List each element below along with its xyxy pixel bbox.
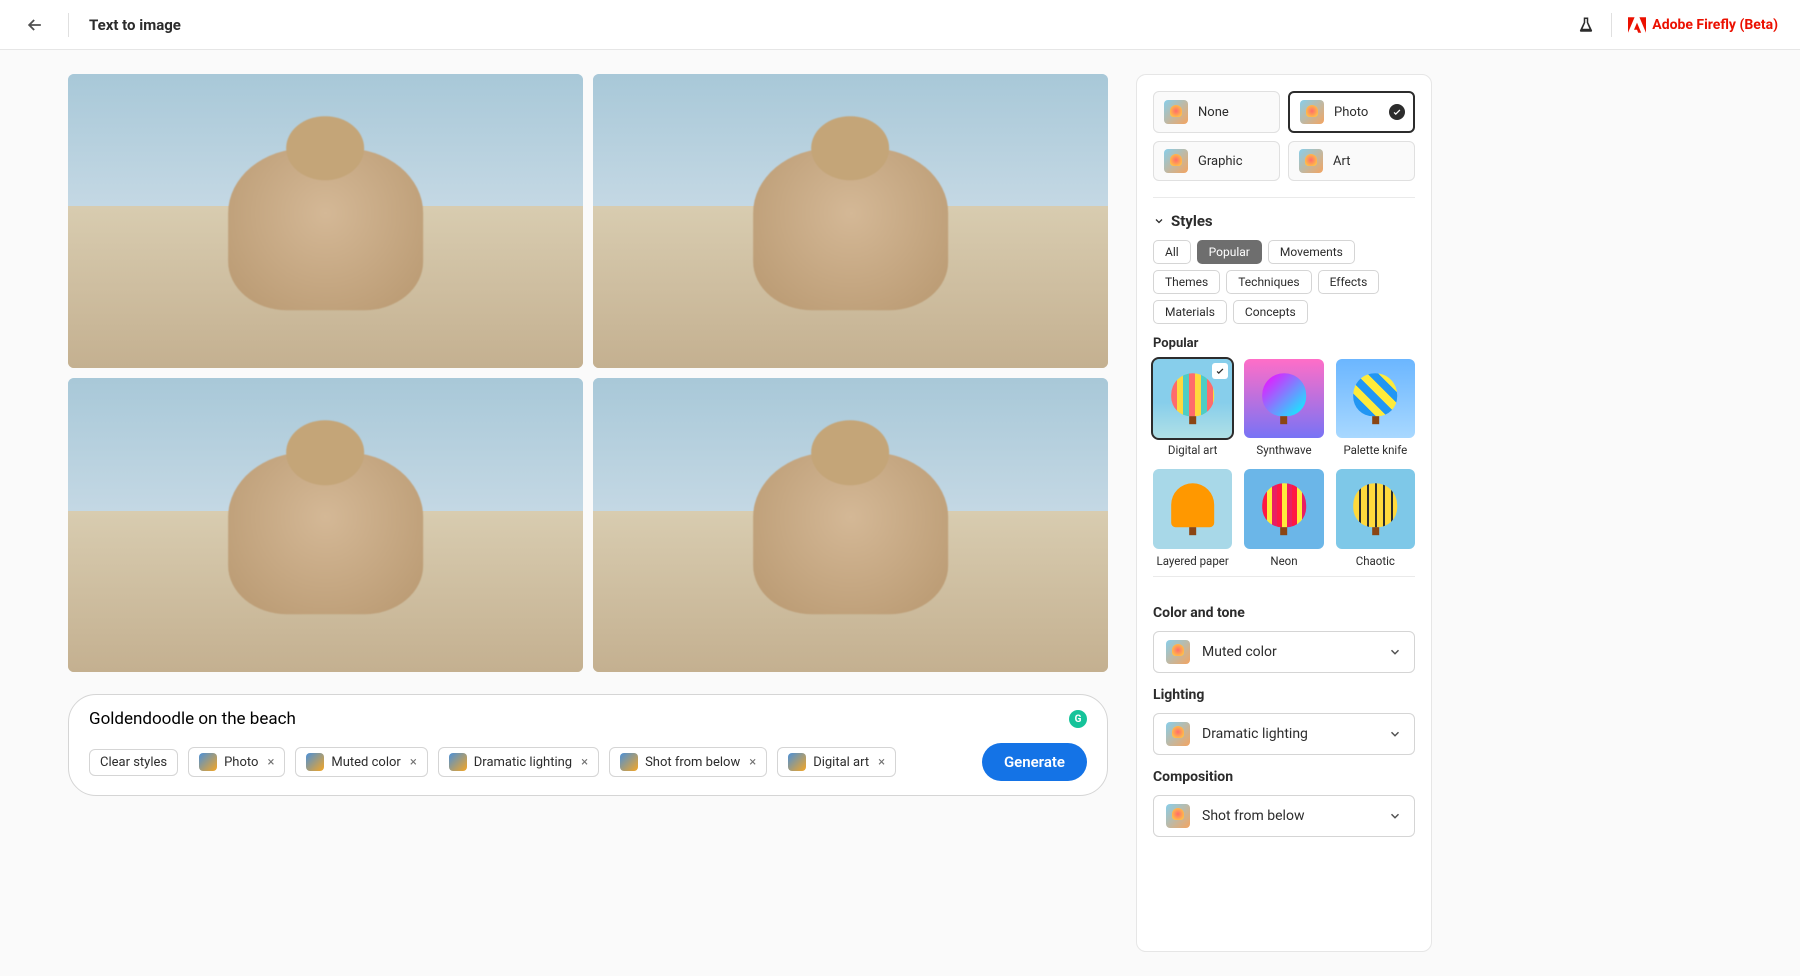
divider xyxy=(1611,13,1612,37)
chevron-down-icon xyxy=(1153,215,1165,227)
style-option[interactable]: Digital art xyxy=(1153,359,1232,457)
balloon-icon xyxy=(1166,640,1190,664)
style-tab-all[interactable]: All xyxy=(1153,240,1191,264)
prompt-input[interactable] xyxy=(89,709,1069,729)
applied-styles-row: Clear styles Photo× Muted color× Dramatic … xyxy=(89,743,1087,781)
style-option[interactable]: Palette knife xyxy=(1336,359,1415,457)
app-header: Text to image Adobe Firefly (Beta) xyxy=(0,0,1800,50)
check-icon xyxy=(1212,363,1228,379)
chevron-down-icon xyxy=(1388,727,1402,741)
balloon-icon xyxy=(1164,100,1188,124)
content-type-graphic[interactable]: Graphic xyxy=(1153,141,1280,181)
style-tabs: AllPopularMovements ThemesTechniques Effec… xyxy=(1153,240,1415,324)
arrow-left-icon xyxy=(25,15,45,35)
close-icon[interactable]: × xyxy=(581,755,588,770)
balloon-icon xyxy=(788,753,806,771)
close-icon[interactable]: × xyxy=(749,755,756,770)
style-chip[interactable]: Digital art× xyxy=(777,747,896,777)
style-tab-materials[interactable]: Materials xyxy=(1153,300,1227,324)
generated-image[interactable] xyxy=(593,378,1108,672)
content-type-photo[interactable]: Photo xyxy=(1288,91,1415,133)
style-thumb xyxy=(1336,469,1415,548)
style-option[interactable]: Layered paper xyxy=(1153,469,1232,567)
divider xyxy=(68,13,69,37)
style-chip[interactable]: Dramatic lighting× xyxy=(438,747,599,777)
style-chip[interactable]: Muted color× xyxy=(295,747,427,777)
styles-section-toggle[interactable]: Styles xyxy=(1153,212,1415,230)
lighting-label: Lighting xyxy=(1153,687,1415,703)
check-icon xyxy=(1389,104,1405,120)
close-icon[interactable]: × xyxy=(267,755,274,770)
content-type-grid: NonePhotoGraphicArt xyxy=(1153,91,1415,181)
balloon-icon xyxy=(1166,722,1190,746)
balloon-icon xyxy=(449,753,467,771)
chevron-down-icon xyxy=(1388,809,1402,823)
style-thumb xyxy=(1244,469,1323,548)
beaker-icon[interactable] xyxy=(1577,16,1595,34)
close-icon[interactable]: × xyxy=(410,755,417,770)
prompt-box: G Clear styles Photo× Muted color× Dramati… xyxy=(68,694,1108,796)
lighting-select[interactable]: Dramatic lighting xyxy=(1153,713,1415,755)
style-tab-movements[interactable]: Movements xyxy=(1268,240,1355,264)
close-icon[interactable]: × xyxy=(878,755,885,770)
generate-button[interactable]: Generate xyxy=(982,743,1087,781)
style-option[interactable]: Neon xyxy=(1244,469,1323,567)
composition-label: Composition xyxy=(1153,769,1415,785)
balloon-icon xyxy=(1300,100,1324,124)
balloon-icon xyxy=(1164,149,1188,173)
brand-text: Adobe Firefly (Beta) xyxy=(1652,17,1778,33)
adobe-logo-icon xyxy=(1628,17,1646,33)
balloon-icon xyxy=(199,753,217,771)
style-option[interactable]: Chaotic xyxy=(1336,469,1415,567)
balloon-icon xyxy=(1299,149,1323,173)
composition-select[interactable]: Shot from below xyxy=(1153,795,1415,837)
style-chip[interactable]: Shot from below× xyxy=(609,747,767,777)
brand-link[interactable]: Adobe Firefly (Beta) xyxy=(1628,17,1778,33)
balloon-icon xyxy=(620,753,638,771)
style-thumb xyxy=(1153,359,1232,438)
popular-label: Popular xyxy=(1153,336,1415,351)
color-tone-select[interactable]: Muted color xyxy=(1153,631,1415,673)
style-option[interactable]: Synthwave xyxy=(1244,359,1323,457)
style-thumb xyxy=(1244,359,1323,438)
balloon-icon xyxy=(1166,804,1190,828)
style-tab-effects[interactable]: Effects xyxy=(1318,270,1380,294)
chevron-down-icon xyxy=(1388,645,1402,659)
back-button[interactable] xyxy=(22,12,48,38)
popular-styles-grid: Digital artSynthwavePalette knife Layered… xyxy=(1153,359,1415,568)
color-tone-label: Color and tone xyxy=(1153,605,1415,621)
main-content: G Clear styles Photo×Muted color×Dramati… xyxy=(0,50,1800,976)
style-thumb xyxy=(1336,359,1415,438)
page-title: Text to image xyxy=(89,16,181,34)
generated-image[interactable] xyxy=(68,74,583,368)
content-type-none[interactable]: None xyxy=(1153,91,1280,133)
clear-styles-button[interactable]: Clear styles xyxy=(89,749,178,776)
style-tab-concepts[interactable]: Concepts xyxy=(1233,300,1308,324)
generated-image[interactable] xyxy=(593,74,1108,368)
style-chip[interactable]: Photo× xyxy=(188,747,285,777)
results-grid xyxy=(68,74,1108,672)
content-type-art[interactable]: Art xyxy=(1288,141,1415,181)
style-tab-themes[interactable]: Themes xyxy=(1153,270,1220,294)
style-tab-techniques[interactable]: Techniques xyxy=(1226,270,1311,294)
style-tab-popular[interactable]: Popular xyxy=(1197,240,1262,264)
grammarly-icon[interactable]: G xyxy=(1069,710,1087,728)
settings-panel: NonePhotoGraphicArt Styles AllPopularMov… xyxy=(1136,74,1432,952)
generated-image[interactable] xyxy=(68,378,583,672)
balloon-icon xyxy=(306,753,324,771)
style-thumb xyxy=(1153,469,1232,548)
